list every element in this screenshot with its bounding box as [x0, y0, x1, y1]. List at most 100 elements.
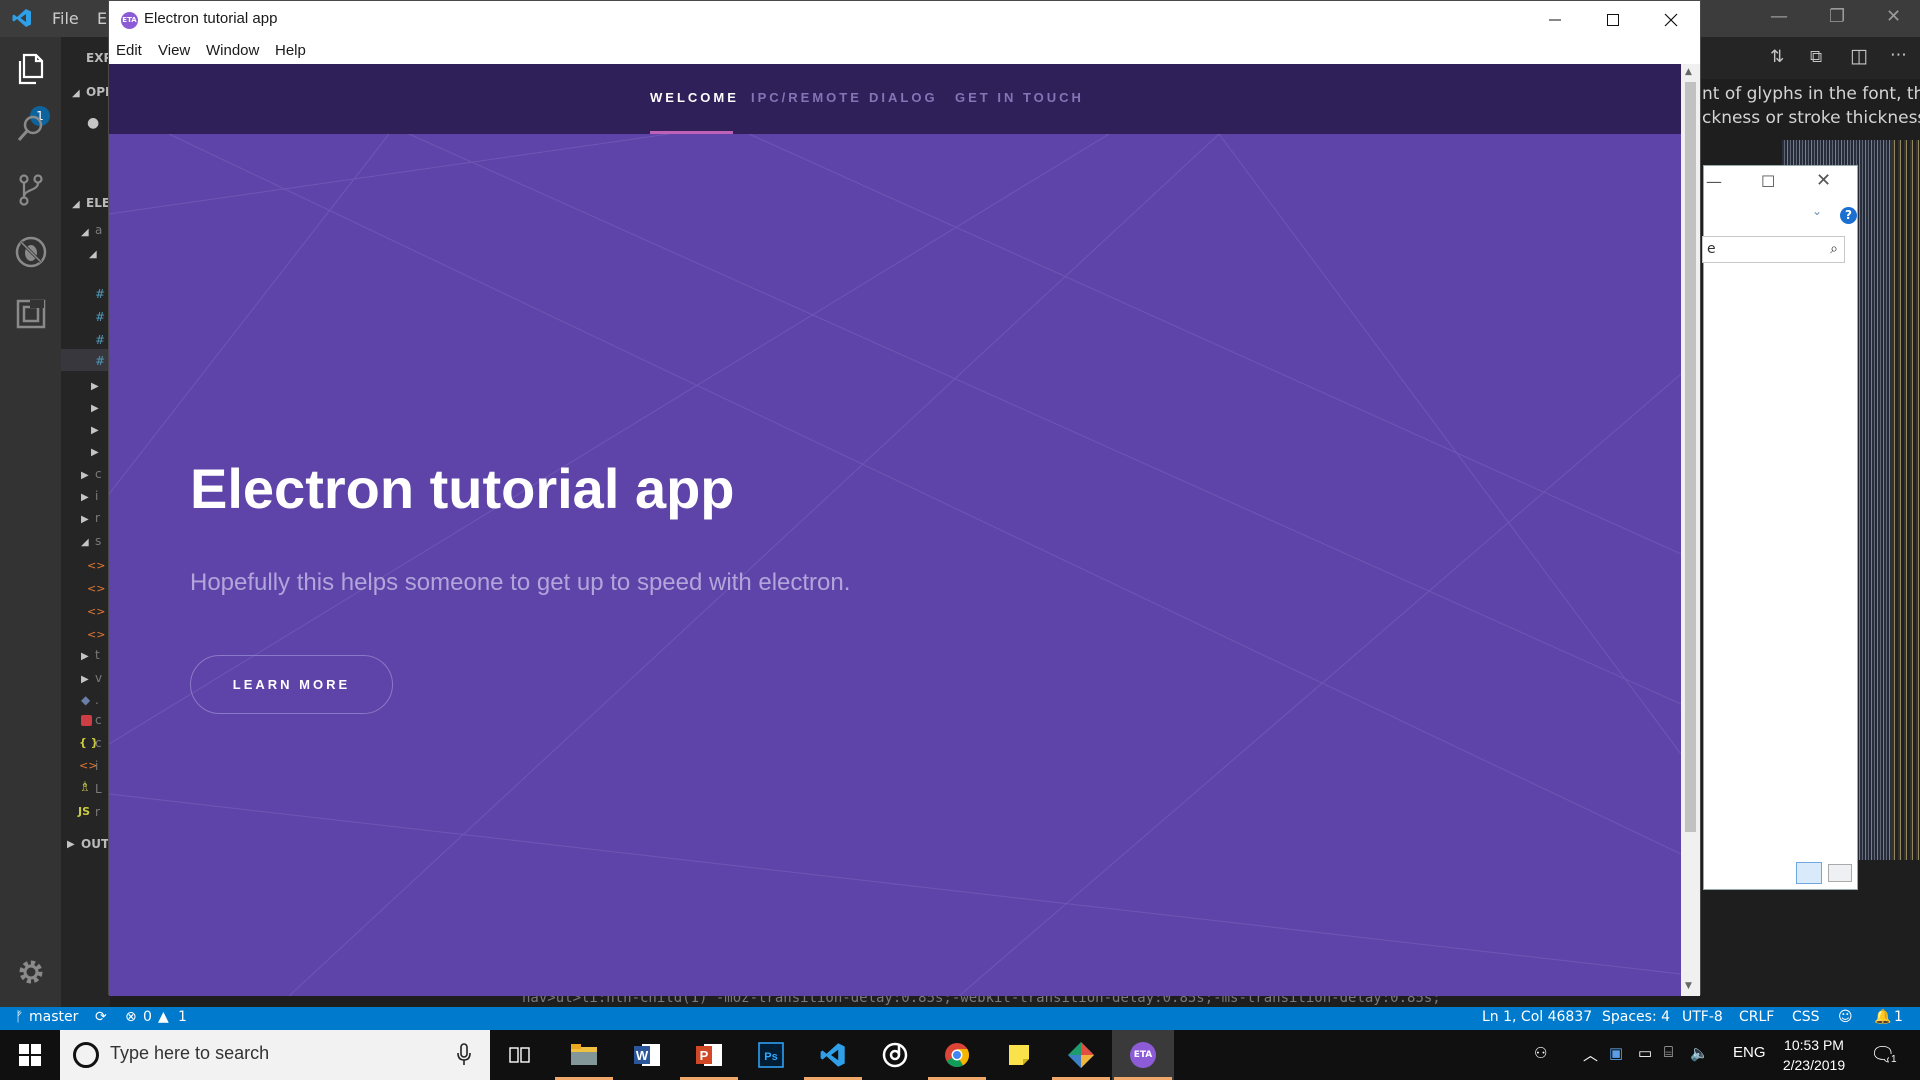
network-icon[interactable]: ⌸ [1664, 1044, 1673, 1061]
volume-icon[interactable]: 🔈 [1690, 1044, 1709, 1062]
git-file-icon[interactable]: ◆ [81, 693, 90, 707]
tree-label[interactable]: i [95, 759, 98, 773]
tree-expanded-icon[interactable]: ◢ [81, 537, 89, 548]
css-file-icon[interactable]: # [95, 333, 105, 347]
editor-scrollbar[interactable] [1892, 140, 1920, 860]
git-branch-icon[interactable]: ᚠ [15, 1009, 23, 1025]
electron-titlebar[interactable]: ETA Electron tutorial app [109, 1, 1700, 39]
open-changes-icon[interactable]: ⇅ [1770, 47, 1784, 67]
details-view-icon[interactable] [1796, 862, 1822, 884]
microphone-icon[interactable] [456, 1043, 472, 1067]
encoding[interactable]: UTF-8 [1682, 1009, 1723, 1025]
vscode-close-icon[interactable]: ✕ [1886, 6, 1901, 27]
error-icon[interactable]: ⊗ [125, 1009, 137, 1025]
tree-collapsed-icon[interactable]: ▶ [81, 492, 89, 503]
indentation[interactable]: Spaces: 4 [1602, 1009, 1670, 1025]
learn-more-button[interactable]: LEARN MORE [190, 655, 393, 714]
explorer-icon[interactable] [14, 52, 48, 86]
scroll-up-icon[interactable]: ▲ [1685, 67, 1692, 77]
vscode-minimize-icon[interactable]: — [1770, 6, 1788, 27]
maximize-button[interactable] [1584, 1, 1642, 39]
menu-help[interactable]: Help [275, 42, 306, 59]
nav-tab-get-in-touch[interactable]: GET IN TOUCH [955, 90, 1084, 105]
taskbar-search[interactable]: Type here to search [60, 1030, 490, 1080]
input-language[interactable]: ENG [1733, 1044, 1766, 1061]
notification-bell-icon[interactable]: 🔔 [1874, 1009, 1891, 1025]
menu-view[interactable]: View [158, 42, 190, 59]
feedback-smiley-icon[interactable]: ☺ [1838, 1009, 1853, 1025]
html-file-icon[interactable]: <> [87, 628, 105, 641]
search-icon[interactable] [14, 111, 48, 145]
taskbar-clock[interactable]: 10:53 PM 2/23/2019 [1766, 1035, 1862, 1075]
tree-label[interactable]: c [95, 713, 102, 727]
tree-label[interactable]: . [95, 693, 99, 707]
notification-count[interactable]: 1 [1894, 1009, 1903, 1025]
nav-tab-welcome[interactable]: WELCOME [650, 90, 739, 105]
close-button[interactable] [1642, 1, 1700, 39]
taskbar-chrome[interactable] [926, 1030, 988, 1080]
page-scrollbar[interactable]: ▲ ▼ [1681, 64, 1700, 996]
menu-window[interactable]: Window [206, 42, 259, 59]
tree-collapsed-icon[interactable]: ▶ [81, 674, 89, 685]
show-hidden-icons-icon[interactable]: ︿ [1583, 1044, 1598, 1065]
tree-label[interactable]: c [95, 736, 102, 750]
taskbar-word[interactable]: W [616, 1030, 678, 1080]
tree-label[interactable]: s [95, 534, 101, 548]
taskbar-vscode[interactable] [802, 1030, 864, 1080]
line-ending[interactable]: CRLF [1739, 1009, 1774, 1025]
html-file-icon[interactable]: <> [87, 559, 105, 572]
dialog-minimize-icon[interactable]: — [1706, 172, 1722, 191]
collapse-open-editors-icon[interactable]: ◢ [72, 88, 80, 99]
js-file-icon[interactable]: JS [78, 805, 90, 818]
tree-label[interactable]: v [95, 671, 102, 685]
nav-tab-dialog[interactable]: DIALOG [869, 90, 938, 105]
css-file-icon[interactable]: # [95, 310, 105, 324]
sync-icon[interactable]: ⟳ [95, 1009, 107, 1025]
tree-collapsed-icon[interactable]: ▶ [91, 403, 99, 414]
language-mode[interactable]: CSS [1792, 1009, 1820, 1025]
taskbar-file-explorer[interactable] [553, 1030, 615, 1080]
scroll-down-icon[interactable]: ▼ [1685, 981, 1692, 991]
tree-label[interactable]: a [95, 223, 102, 237]
source-control-icon[interactable] [14, 173, 48, 207]
tree-label[interactable]: c [95, 467, 102, 481]
dialog-search-input[interactable]: e ⌕ [1702, 236, 1845, 263]
minimize-button[interactable] [1526, 1, 1584, 39]
tray-app-icon[interactable]: ▣ [1609, 1044, 1623, 1062]
vscode-restore-icon[interactable]: ❐ [1829, 6, 1845, 27]
html-file-icon[interactable]: <> [87, 605, 105, 618]
collapse-outline-icon[interactable]: ▶ [67, 839, 75, 850]
npm-file-icon[interactable] [81, 715, 92, 726]
people-icon[interactable]: ⚇ [1534, 1044, 1547, 1062]
debug-icon[interactable] [14, 235, 48, 269]
split-editor-icon[interactable]: ◫ [1850, 45, 1868, 67]
css-file-icon[interactable]: # [95, 354, 105, 368]
warning-count[interactable]: 1 [178, 1009, 187, 1025]
taskbar-groove-music[interactable] [864, 1030, 926, 1080]
taskbar-gitkraken[interactable] [1050, 1030, 1112, 1080]
start-button[interactable] [0, 1030, 60, 1080]
git-branch[interactable]: master [29, 1009, 78, 1025]
tree-label[interactable]: L [95, 782, 102, 796]
tree-expanded-icon[interactable]: ◢ [81, 227, 89, 238]
nav-tab-ipc-remote[interactable]: IPC/REMOTE [751, 90, 862, 105]
ribbon-expand-icon[interactable]: ⌄ [1812, 204, 1822, 218]
open-editors-header[interactable]: OPI [61, 81, 110, 103]
tree-label[interactable]: r [95, 805, 100, 819]
task-view-button[interactable] [489, 1030, 551, 1080]
open-preview-icon[interactable]: ⧉ [1810, 47, 1822, 67]
tree-collapsed-icon[interactable]: ▶ [81, 651, 89, 662]
taskbar-electron-app[interactable]: ETA [1112, 1030, 1174, 1080]
more-actions-icon[interactable]: ⋯ [1890, 45, 1907, 65]
tree-label[interactable]: r [95, 511, 100, 525]
search-magnifier-icon[interactable]: ⌕ [1830, 237, 1838, 262]
large-icons-view-icon[interactable] [1828, 864, 1852, 882]
warning-icon[interactable]: ▲ [158, 1009, 169, 1025]
tree-collapsed-icon[interactable]: ▶ [81, 514, 89, 525]
cursor-position[interactable]: Ln 1, Col 46837 [1482, 1009, 1592, 1025]
project-header[interactable]: ELE [61, 192, 110, 214]
taskbar-sticky-notes[interactable] [988, 1030, 1050, 1080]
help-icon[interactable]: ? [1840, 207, 1857, 224]
extensions-icon[interactable] [14, 297, 48, 331]
battery-icon[interactable]: ▭ [1638, 1044, 1652, 1062]
